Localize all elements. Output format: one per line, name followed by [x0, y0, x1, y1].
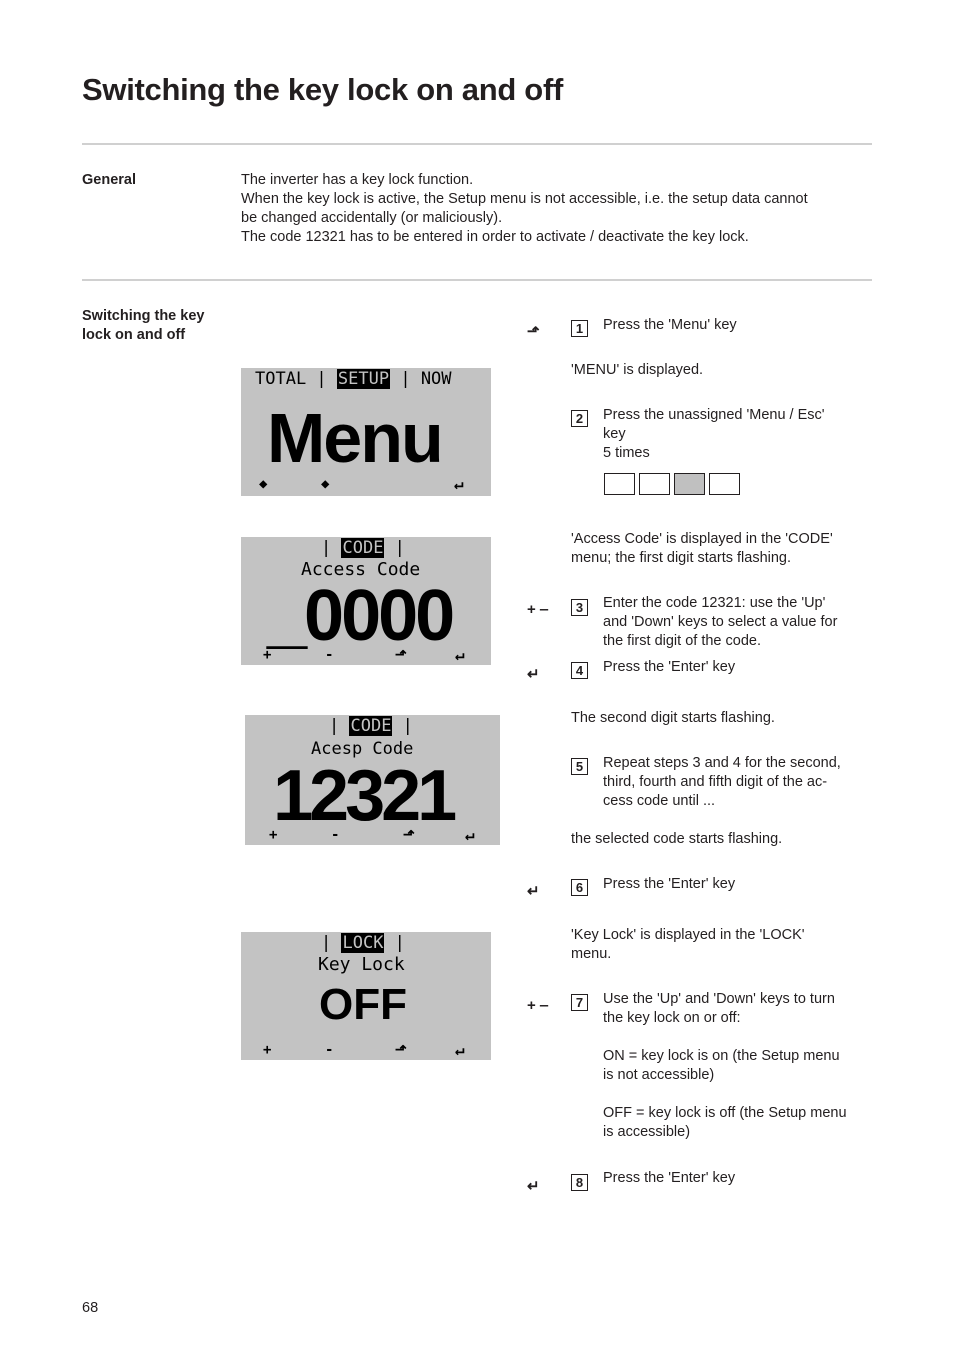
step-line: the first digit of the code.	[603, 633, 761, 649]
lcd-lock-value: OFF	[319, 980, 407, 1029]
lcd-screen-code-entry: | CODE | Access Code _0000 + - ⬏ ↵	[241, 537, 491, 665]
step-line: key	[603, 426, 626, 442]
step-number: 8	[571, 1174, 588, 1191]
enter-icon: ↵	[454, 474, 464, 493]
step-number: 7	[571, 994, 588, 1011]
off-description-line: is accessible)	[603, 1124, 691, 1140]
section-label-procedure: Switching the key lock on and off	[82, 307, 232, 345]
step-line: 5 times	[603, 445, 650, 461]
section-label-line: Switching the key	[82, 308, 205, 324]
minus-icon: -	[325, 647, 334, 663]
lcd-screen-menu: TOTAL | SETUP | NOW Menu ◆ ◆ ↵	[241, 368, 491, 496]
step-number: 5	[571, 758, 588, 775]
left-arrow-icon: ◆	[259, 476, 268, 492]
lcd-tab-lock: LOCK	[341, 933, 385, 953]
note: 'Access Code' is displayed in the 'CODE'…	[571, 530, 871, 568]
enter-icon: ↵	[455, 1040, 465, 1059]
plus-icon: +	[263, 1042, 272, 1058]
step-text: Press the 'Enter' key	[603, 876, 736, 892]
lcd-tabs: | CODE |	[329, 716, 413, 736]
key-indicator-box-active	[674, 473, 705, 495]
note: 'Key Lock' is displayed in the 'LOCK' me…	[571, 926, 871, 964]
plus-icon: +	[263, 647, 272, 663]
lcd-tabs: | LOCK |	[321, 933, 405, 953]
note-line: 'Key Lock' is displayed in the 'LOCK'	[571, 927, 805, 943]
enter-key-icon: ↵	[527, 883, 540, 900]
step-number: 3	[571, 599, 588, 616]
menu-up-key-icon: ⬏	[527, 323, 540, 340]
general-paragraph: The inverter has a key lock function. Wh…	[241, 171, 881, 247]
lcd-main-text: Menu	[267, 399, 444, 477]
step-text: Press the 'Menu' key	[603, 317, 737, 333]
note-line: menu; the first digit starts flashing.	[571, 550, 792, 566]
lcd-screen-code-done: | CODE | Acesp Code 12321 + - ⬏ ↵	[245, 715, 500, 845]
page-number: 68	[82, 1300, 99, 1316]
lcd-tabs: | CODE |	[321, 538, 405, 558]
off-description-line: OFF = key lock is off (the Setup menu	[603, 1105, 847, 1121]
plus-minus-keys-icon: + ‒	[527, 997, 549, 1014]
plus-minus-keys-icon: + ‒	[527, 601, 549, 618]
lcd-tab-setup: SETUP	[336, 369, 391, 389]
lcd-code-value: _0000	[267, 576, 455, 656]
step-line: Use the 'Up' and 'Down' keys to turn	[603, 991, 835, 1007]
enter-icon: ↵	[455, 645, 465, 664]
step-line: the key lock on or off:	[603, 1010, 741, 1026]
on-description-line: is not accessible)	[603, 1067, 715, 1083]
key-indicator-box	[639, 473, 670, 495]
enter-icon: ↵	[465, 825, 475, 844]
step-number: 6	[571, 879, 588, 896]
lcd-tabs: TOTAL | SETUP | NOW	[255, 369, 452, 389]
lcd-tab-total: TOTAL	[255, 369, 307, 389]
step-number: 1	[571, 320, 588, 337]
on-description-line: ON = key lock is on (the Setup menu	[603, 1048, 840, 1064]
enter-key-icon: ↵	[527, 1178, 540, 1195]
step-text: Use the 'Up' and 'Down' keys to turn the…	[603, 990, 873, 1142]
minus-icon: -	[325, 1042, 334, 1058]
lcd-screen-lock: | LOCK | Key Lock OFF + - ⬏ ↵	[241, 932, 491, 1060]
key-indicator-box	[604, 473, 635, 495]
minus-icon: -	[331, 827, 340, 843]
lcd-tab-code: CODE	[341, 538, 385, 558]
step-text: Enter the code 12321: use the 'Up' and '…	[603, 594, 873, 651]
lcd-tab-code: CODE	[349, 716, 393, 736]
plus-icon: +	[269, 827, 278, 843]
step-number: 4	[571, 662, 588, 679]
step-text: Repeat steps 3 and 4 for the second, thi…	[603, 754, 873, 811]
general-line: When the key lock is active, the Setup m…	[241, 191, 808, 207]
page-title: Switching the key lock on and off	[82, 72, 563, 107]
menu-up-icon: ⬏	[403, 827, 415, 843]
step-line: Enter the code 12321: use the 'Up'	[603, 595, 826, 611]
lcd-tab-now: NOW	[420, 369, 452, 389]
key-press-indicator	[604, 473, 740, 495]
key-indicator-box	[709, 473, 740, 495]
step-number: 2	[571, 410, 588, 427]
note: The second digit starts flashing.	[571, 710, 775, 726]
step-line: Repeat steps 3 and 4 for the second,	[603, 755, 841, 771]
lcd-code-value: 12321	[273, 756, 457, 836]
section-label-line: lock on and off	[82, 327, 186, 343]
general-line: The code 12321 has to be entered in orde…	[241, 229, 749, 245]
step-text: Press the 'Enter' key	[603, 659, 736, 675]
step-text: Press the 'Enter' key	[603, 1170, 736, 1186]
divider	[82, 279, 872, 281]
step-line: Press the unassigned 'Menu / Esc'	[603, 407, 825, 423]
menu-up-icon: ⬏	[395, 647, 407, 663]
menu-up-icon: ⬏	[395, 1042, 407, 1058]
note: the selected code starts flashing.	[571, 831, 783, 847]
section-label-general: General	[82, 172, 136, 188]
general-line: be changed accidentally (or maliciously)…	[241, 210, 503, 226]
note: 'MENU' is displayed.	[571, 362, 704, 378]
divider	[82, 143, 872, 145]
enter-key-icon: ↵	[527, 666, 540, 683]
lcd-label: Key Lock	[318, 954, 405, 975]
note-line: 'Access Code' is displayed in the 'CODE'	[571, 531, 833, 547]
general-line: The inverter has a key lock function.	[241, 172, 474, 188]
step-text: Press the unassigned 'Menu / Esc' key 5 …	[603, 406, 873, 463]
right-arrow-icon: ◆	[321, 476, 330, 492]
step-line: cess code until ...	[603, 793, 716, 809]
step-line: and 'Down' keys to select a value for	[603, 614, 838, 630]
note-line: menu.	[571, 946, 612, 962]
step-line: third, fourth and fifth digit of the ac-	[603, 774, 828, 790]
